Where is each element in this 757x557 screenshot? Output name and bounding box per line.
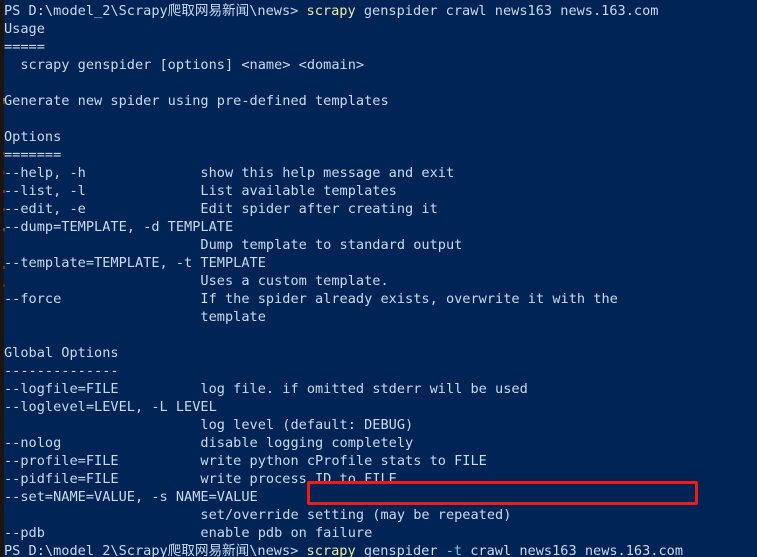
console-output-line: --set=NAME=VALUE, -s NAME=VALUE (4, 488, 757, 506)
console-output-line: template (4, 308, 757, 326)
console-text-segment: --dump=TEMPLATE, -d TEMPLATE (4, 219, 234, 235)
console-text-segment: --profile=FILE write python cProfile sta… (4, 453, 487, 469)
console-output-line: --nolog disable logging completely (4, 434, 757, 452)
console-output-line: --force If the spider already exists, ov… (4, 290, 757, 308)
console-output-line: -------------- (4, 362, 757, 380)
console-output-line: Options (4, 128, 757, 146)
console-output-line: log level (default: DEBUG) (4, 416, 757, 434)
console-output-line: scrapy genspider [options] <name> <domai… (4, 56, 757, 74)
console-text-segment: --list, -l List available templates (4, 183, 397, 199)
console-output-line: ======= (4, 146, 757, 164)
console-text-segment: template (4, 309, 266, 325)
console-text-segment: --logfile=FILE log file. if omitted stde… (4, 381, 528, 397)
console-output-line: --pdb enable pdb on failure (4, 524, 757, 542)
edge-artifact-pixel (3, 284, 5, 287)
console-text-segment: scrapy (306, 3, 356, 19)
console-text-segment: --loglevel=LEVEL, -L LEVEL (4, 399, 217, 415)
edge-artifact-pixel (3, 171, 5, 174)
console-text-segment: Options (4, 129, 62, 145)
console-text-segment: PS D:\model_2\Scrapy爬取网易新闻\news> (4, 3, 307, 19)
console-text-segment: set/override setting (may be repeated) (4, 507, 512, 523)
console-text-segment: -------------- (4, 363, 119, 379)
console-output-line: --loglevel=LEVEL, -L LEVEL (4, 398, 757, 416)
console-text-segment: --set=NAME=VALUE, -s NAME=VALUE (4, 489, 258, 505)
console-output-line: --profile=FILE write python cProfile sta… (4, 452, 757, 470)
console-output-line: Uses a custom template. (4, 272, 757, 290)
edge-artifact-pixel (3, 208, 5, 211)
console-text-segment: genspider (355, 543, 446, 557)
console-output-line: Generate new spider using pre-defined te… (4, 92, 757, 110)
console-text-segment: -t (445, 543, 463, 557)
console-text-segment: crawl news163 news.163.com (462, 543, 684, 557)
console-text-segment: ===== (4, 39, 45, 55)
powershell-console-window[interactable]: PS D:\model_2\Scrapy爬取网易新闻\news> scrapy … (0, 0, 757, 557)
console-output-line: --template=TEMPLATE, -t TEMPLATE (4, 254, 757, 272)
console-text-segment: genspider crawl news163 news.163.com (355, 3, 659, 19)
console-text-segment: ======= (4, 147, 62, 163)
window-left-edge (0, 0, 4, 557)
console-text-segment: Dump template to standard output (4, 237, 463, 253)
console-command-line: PS D:\model_2\Scrapy爬取网易新闻\news> scrapy … (4, 2, 757, 20)
console-command-line: PS D:\model_2\Scrapy爬取网易新闻\news> scrapy … (4, 542, 757, 557)
edge-artifact-pixel (3, 101, 5, 104)
console-output-line: --dump=TEMPLATE, -d TEMPLATE (4, 218, 757, 236)
console-text-segment: Global Options (4, 345, 119, 361)
console-text-segment: scrapy genspider [options] <name> <domai… (4, 57, 365, 73)
console-output-line: --list, -l List available templates (4, 182, 757, 200)
console-output-line: set/override setting (may be repeated) (4, 506, 757, 524)
edge-artifact-pixel (3, 228, 5, 231)
console-output-line: ===== (4, 38, 757, 56)
console-text-segment: PS D:\model_2\Scrapy爬取网易新闻\news> (4, 543, 307, 557)
console-text-segment: --pdb enable pdb on failure (4, 525, 373, 541)
console-text-segment: --pidfile=FILE write process ID to FILE (4, 471, 397, 487)
console-text-segment: Uses a custom template. (4, 273, 389, 289)
console-output-line: --help, -h show this help message and ex… (4, 164, 757, 182)
console-text-segment: --help, -h show this help message and ex… (4, 165, 455, 181)
edge-artifact-pixel (3, 152, 5, 155)
edge-artifact-pixel (3, 266, 5, 269)
console-output-text[interactable]: PS D:\model_2\Scrapy爬取网易新闻\news> scrapy … (4, 0, 757, 557)
console-output-line: --pidfile=FILE write process ID to FILE (4, 470, 757, 488)
console-text-segment: --force If the spider already exists, ov… (4, 291, 618, 307)
console-output-line: Dump template to standard output (4, 236, 757, 254)
console-output-line: --logfile=FILE log file. if omitted stde… (4, 380, 757, 398)
console-text-segment: log level (default: DEBUG) (4, 417, 414, 433)
console-output-line: Global Options (4, 344, 757, 362)
console-text-segment: Usage (4, 21, 45, 37)
console-text-segment: --edit, -e Edit spider after creating it (4, 201, 438, 217)
console-text-segment: Generate new spider using pre-defined te… (4, 93, 389, 109)
console-text-segment: scrapy (306, 543, 356, 557)
console-output-line: Usage (4, 20, 757, 38)
console-text-segment: --nolog disable logging completely (4, 435, 414, 451)
edge-artifact-pixel (3, 190, 5, 193)
console-output-line: --edit, -e Edit spider after creating it (4, 200, 757, 218)
console-text-segment: --template=TEMPLATE, -t TEMPLATE (4, 255, 266, 271)
